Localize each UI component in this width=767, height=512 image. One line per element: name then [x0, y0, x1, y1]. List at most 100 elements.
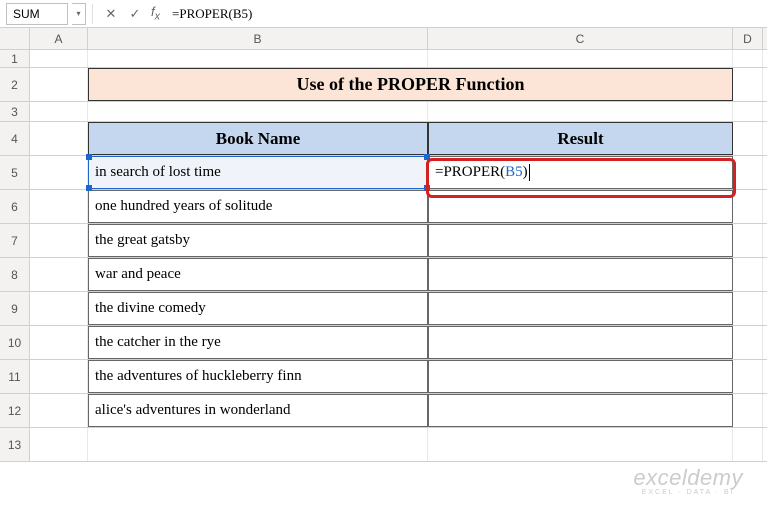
range-handle[interactable] — [86, 185, 92, 191]
cell-D9[interactable] — [733, 292, 763, 325]
row-header-5[interactable]: 5 — [0, 156, 30, 189]
cell-C12[interactable] — [428, 394, 733, 427]
check-icon: ✓ — [130, 6, 141, 22]
formula-bar: SUM ▾ ✕ ✓ fx =PROPER(B5) — [0, 0, 767, 28]
row-header-6[interactable]: 6 — [0, 190, 30, 223]
cell-B5[interactable]: in search of lost time — [88, 156, 428, 189]
column-headers: A B C D — [0, 28, 767, 50]
title-cell[interactable]: Use of the PROPER Function — [88, 68, 733, 101]
cell-B12[interactable]: alice's adventures in wonderland — [88, 394, 428, 427]
cell-B10[interactable]: the catcher in the rye — [88, 326, 428, 359]
cell-A10[interactable] — [30, 326, 88, 359]
cell-D10[interactable] — [733, 326, 763, 359]
cell-D6[interactable] — [733, 190, 763, 223]
formula-display: =PROPER(B5) — [435, 164, 530, 181]
cell-C3[interactable] — [428, 102, 733, 121]
col-header-A[interactable]: A — [30, 28, 88, 49]
row-6: 6 one hundred years of solitude — [0, 190, 767, 224]
cell-C11[interactable] — [428, 360, 733, 393]
row-13: 13 — [0, 428, 767, 462]
row-header-10[interactable]: 10 — [0, 326, 30, 359]
cell-D5[interactable] — [733, 156, 763, 189]
row-header-8[interactable]: 8 — [0, 258, 30, 291]
row-header-11[interactable]: 11 — [0, 360, 30, 393]
col-header-D[interactable]: D — [733, 28, 763, 49]
row-header-4[interactable]: 4 — [0, 122, 30, 155]
cell-A7[interactable] — [30, 224, 88, 257]
cell-A1[interactable] — [30, 50, 88, 67]
cell-B11[interactable]: the adventures of huckleberry finn — [88, 360, 428, 393]
row-5: 5 in search of lost time =PROPER(B5) — [0, 156, 767, 190]
row-header-3[interactable]: 3 — [0, 102, 30, 121]
cancel-button[interactable]: ✕ — [99, 3, 123, 25]
header-book-name[interactable]: Book Name — [88, 122, 428, 155]
col-header-B[interactable]: B — [88, 28, 428, 49]
cell-B8[interactable]: war and peace — [88, 258, 428, 291]
watermark-main: exceldemy — [633, 465, 743, 491]
cell-D13[interactable] — [733, 428, 763, 461]
row-8: 8 war and peace — [0, 258, 767, 292]
row-header-12[interactable]: 12 — [0, 394, 30, 427]
name-box-dropdown[interactable]: ▾ — [72, 3, 86, 25]
row-1: 1 — [0, 50, 767, 68]
cell-C10[interactable] — [428, 326, 733, 359]
cell-B6[interactable]: one hundred years of solitude — [88, 190, 428, 223]
row-10: 10 the catcher in the rye — [0, 326, 767, 360]
fx-label[interactable]: fx — [151, 4, 160, 23]
cell-C13[interactable] — [428, 428, 733, 461]
text-cursor — [529, 164, 530, 181]
name-box[interactable]: SUM — [6, 3, 68, 25]
cancel-icon: ✕ — [106, 6, 117, 22]
chevron-down-icon: ▾ — [76, 9, 80, 18]
row-header-13[interactable]: 13 — [0, 428, 30, 461]
cell-D7[interactable] — [733, 224, 763, 257]
cell-D1[interactable] — [733, 50, 763, 67]
cell-A12[interactable] — [30, 394, 88, 427]
cell-A5[interactable] — [30, 156, 88, 189]
cell-B13[interactable] — [88, 428, 428, 461]
cell-D3[interactable] — [733, 102, 763, 121]
range-handle[interactable] — [86, 154, 92, 160]
row-header-1[interactable]: 1 — [0, 50, 30, 67]
cell-D4[interactable] — [733, 122, 763, 155]
cell-D11[interactable] — [733, 360, 763, 393]
row-header-9[interactable]: 9 — [0, 292, 30, 325]
cell-D12[interactable] — [733, 394, 763, 427]
divider — [92, 4, 93, 24]
range-handle[interactable] — [424, 185, 430, 191]
cell-A8[interactable] — [30, 258, 88, 291]
cell-B1[interactable] — [88, 50, 428, 67]
cell-C6[interactable] — [428, 190, 733, 223]
row-header-2[interactable]: 2 — [0, 68, 30, 101]
row-12: 12 alice's adventures in wonderland — [0, 394, 767, 428]
col-header-C[interactable]: C — [428, 28, 733, 49]
cell-A3[interactable] — [30, 102, 88, 121]
cell-A9[interactable] — [30, 292, 88, 325]
row-header-7[interactable]: 7 — [0, 224, 30, 257]
cell-C8[interactable] — [428, 258, 733, 291]
cell-B3[interactable] — [88, 102, 428, 121]
cell-text: in search of lost time — [95, 164, 221, 181]
enter-button[interactable]: ✓ — [123, 3, 147, 25]
cell-C9[interactable] — [428, 292, 733, 325]
formula-input[interactable]: =PROPER(B5) — [168, 6, 767, 22]
cell-A2[interactable] — [30, 68, 88, 101]
select-all-corner[interactable] — [0, 28, 30, 49]
cell-B9[interactable]: the divine comedy — [88, 292, 428, 325]
cell-D8[interactable] — [733, 258, 763, 291]
cell-A4[interactable] — [30, 122, 88, 155]
cell-C5-active[interactable]: =PROPER(B5) — [428, 156, 733, 189]
cell-C7[interactable] — [428, 224, 733, 257]
cell-B7[interactable]: the great gatsby — [88, 224, 428, 257]
cell-A6[interactable] — [30, 190, 88, 223]
cell-C1[interactable] — [428, 50, 733, 67]
watermark-sub: EXCEL · DATA · BI — [633, 489, 743, 496]
row-4: 4 Book Name Result — [0, 122, 767, 156]
range-handle[interactable] — [424, 154, 430, 160]
cell-D2[interactable] — [733, 68, 763, 101]
cell-A11[interactable] — [30, 360, 88, 393]
cell-A13[interactable] — [30, 428, 88, 461]
row-11: 11 the adventures of huckleberry finn — [0, 360, 767, 394]
spreadsheet-grid: A B C D 1 2 Use of the PROPER Function 3… — [0, 28, 767, 462]
header-result[interactable]: Result — [428, 122, 733, 155]
